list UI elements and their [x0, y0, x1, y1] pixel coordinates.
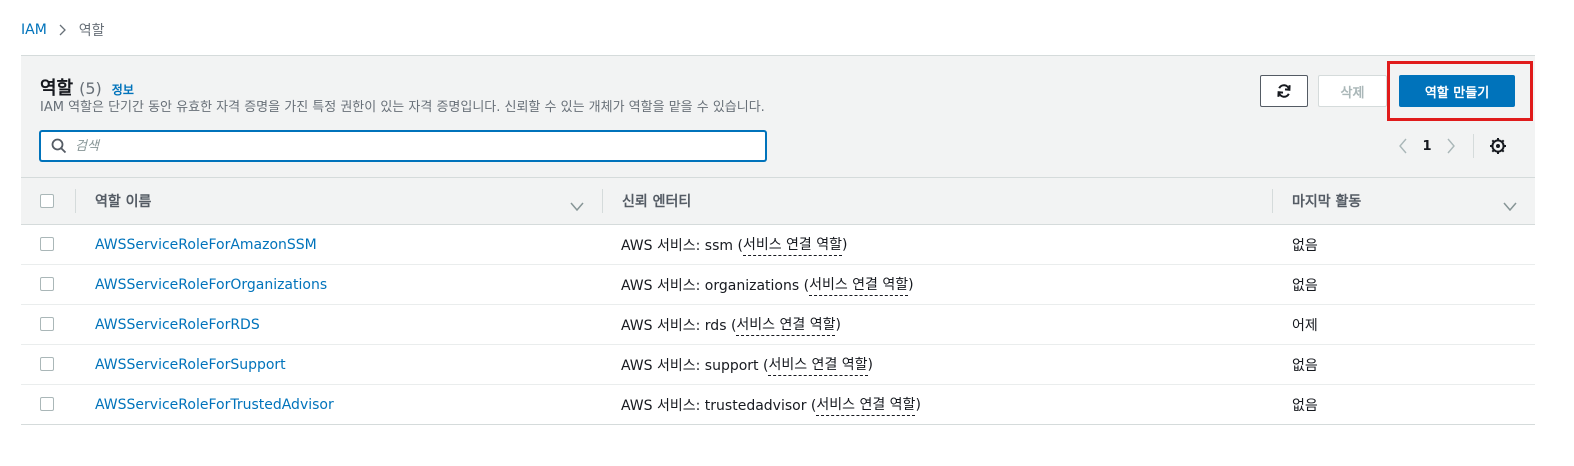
- column-divider: [1272, 189, 1273, 213]
- trusted-entity-cell: AWS 서비스: ssm (서비스 연결 역할): [621, 225, 847, 265]
- role-name-link[interactable]: AWSServiceRoleForSupport: [95, 345, 286, 385]
- refresh-icon: [1276, 83, 1292, 99]
- table-row[interactable]: AWSServiceRoleForAmazonSSM AWS 서비스: ssm …: [21, 225, 1535, 265]
- service-linked-role-link[interactable]: 서비스 연결 역할: [768, 354, 868, 376]
- gear-icon[interactable]: [1486, 134, 1510, 158]
- table-row[interactable]: AWSServiceRoleForOrganizations AWS 서비스: …: [21, 265, 1535, 305]
- trusted-entity-suffix: ): [842, 237, 848, 253]
- role-name-link[interactable]: AWSServiceRoleForOrganizations: [95, 265, 327, 305]
- panel-header: 역할 (5) 정보 IAM 역할은 단기간 동안 유효한 자격 증명을 가진 특…: [21, 56, 1535, 177]
- trusted-entity-text: AWS 서비스: trustedadvisor (: [621, 398, 817, 414]
- column-divider: [75, 189, 76, 213]
- breadcrumb-iam-link[interactable]: IAM: [21, 22, 47, 38]
- select-all-checkbox[interactable]: [40, 194, 54, 208]
- header-role-name[interactable]: 역할 이름: [95, 178, 151, 224]
- role-name-link[interactable]: AWSServiceRoleForTrustedAdvisor: [95, 385, 334, 425]
- pagination: 1: [1391, 134, 1510, 158]
- role-name-link[interactable]: AWSServiceRoleForRDS: [95, 305, 260, 345]
- table-row[interactable]: AWSServiceRoleForRDS AWS 서비스: rds (서비스 연…: [21, 305, 1535, 345]
- current-page[interactable]: 1: [1415, 139, 1439, 154]
- chevron-right-icon: [59, 24, 67, 36]
- last-activity-cell: 없음: [1292, 358, 1318, 374]
- caret-down-icon[interactable]: [1503, 196, 1517, 215]
- trusted-entity-suffix: ): [835, 317, 841, 333]
- header-last-activity[interactable]: 마지막 활동: [1292, 178, 1361, 224]
- pagination-divider: [1473, 134, 1474, 158]
- trusted-entity-text: AWS 서비스: ssm (: [621, 238, 743, 254]
- table-row[interactable]: AWSServiceRoleForTrustedAdvisor AWS 서비스:…: [21, 385, 1535, 425]
- service-linked-role-link[interactable]: 서비스 연결 역할: [809, 274, 909, 296]
- service-linked-role-link[interactable]: 서비스 연결 역할: [742, 234, 842, 256]
- trusted-entity-cell: AWS 서비스: trustedadvisor (서비스 연결 역할): [621, 385, 921, 425]
- row-checkbox[interactable]: [40, 277, 54, 291]
- row-checkbox[interactable]: [40, 317, 54, 331]
- panel-description: IAM 역할은 단기간 동안 유효한 자격 증명을 가진 특정 권한이 있는 자…: [40, 100, 765, 115]
- row-checkbox[interactable]: [40, 237, 54, 251]
- trusted-entity-text: AWS 서비스: rds (: [621, 318, 737, 334]
- search-icon: [51, 138, 67, 154]
- chevron-left-icon[interactable]: [1391, 134, 1415, 158]
- search-input[interactable]: [75, 135, 755, 157]
- last-activity-cell: 어제: [1292, 318, 1318, 334]
- trusted-entity-text: AWS 서비스: support (: [621, 358, 769, 374]
- create-role-button[interactable]: 역할 만들기: [1399, 75, 1515, 107]
- trusted-entity-cell: AWS 서비스: organizations (서비스 연결 역할): [621, 265, 914, 305]
- header-trusted-entity[interactable]: 신뢰 엔터티: [622, 178, 691, 224]
- service-linked-role-link[interactable]: 서비스 연결 역할: [816, 394, 916, 416]
- trusted-entity-suffix: ): [915, 397, 921, 413]
- trusted-entity-text: AWS 서비스: organizations (: [621, 278, 810, 294]
- trusted-entity-cell: AWS 서비스: support (서비스 연결 역할): [621, 345, 873, 385]
- caret-down-icon[interactable]: [570, 196, 584, 215]
- row-checkbox[interactable]: [40, 357, 54, 371]
- breadcrumb: IAM 역할: [21, 20, 105, 40]
- table-row[interactable]: AWSServiceRoleForSupport AWS 서비스: suppor…: [21, 345, 1535, 385]
- last-activity-cell: 없음: [1292, 398, 1318, 414]
- trusted-entity-suffix: ): [867, 357, 873, 373]
- trusted-entity-cell: AWS 서비스: rds (서비스 연결 역할): [621, 305, 841, 345]
- service-linked-role-link[interactable]: 서비스 연결 역할: [736, 314, 836, 336]
- chevron-right-icon[interactable]: [1439, 134, 1463, 158]
- column-divider: [602, 189, 603, 213]
- search-field[interactable]: [40, 131, 766, 161]
- table-header: 역할 이름 신뢰 엔터티 마지막 활동: [21, 177, 1535, 225]
- last-activity-cell: 없음: [1292, 238, 1318, 254]
- role-name-link[interactable]: AWSServiceRoleForAmazonSSM: [95, 225, 317, 265]
- refresh-button[interactable]: [1260, 75, 1308, 107]
- roles-panel: 역할 (5) 정보 IAM 역할은 단기간 동안 유효한 자격 증명을 가진 특…: [21, 55, 1535, 425]
- last-activity-cell: 없음: [1292, 278, 1318, 294]
- breadcrumb-current: 역할: [78, 23, 105, 39]
- delete-button[interactable]: 삭제: [1318, 75, 1387, 107]
- trusted-entity-suffix: ): [908, 277, 914, 293]
- row-checkbox[interactable]: [40, 397, 54, 411]
